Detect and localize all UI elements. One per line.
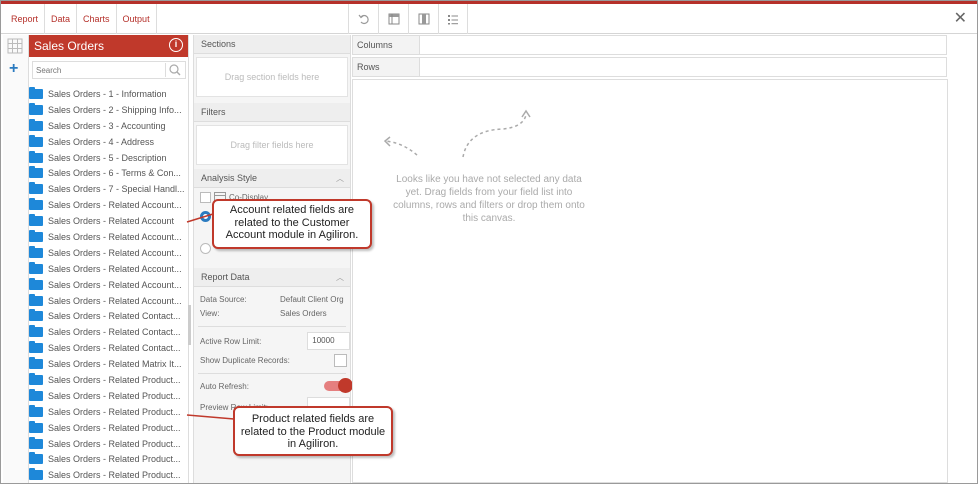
product-callout: Product related fields are related to th… <box>233 406 393 456</box>
account-callout: Account related fields are related to th… <box>212 199 372 249</box>
callout-leaders <box>186 213 235 420</box>
app-frame: Report Data Charts Output ✕ + Sales Orde… <box>0 0 978 484</box>
